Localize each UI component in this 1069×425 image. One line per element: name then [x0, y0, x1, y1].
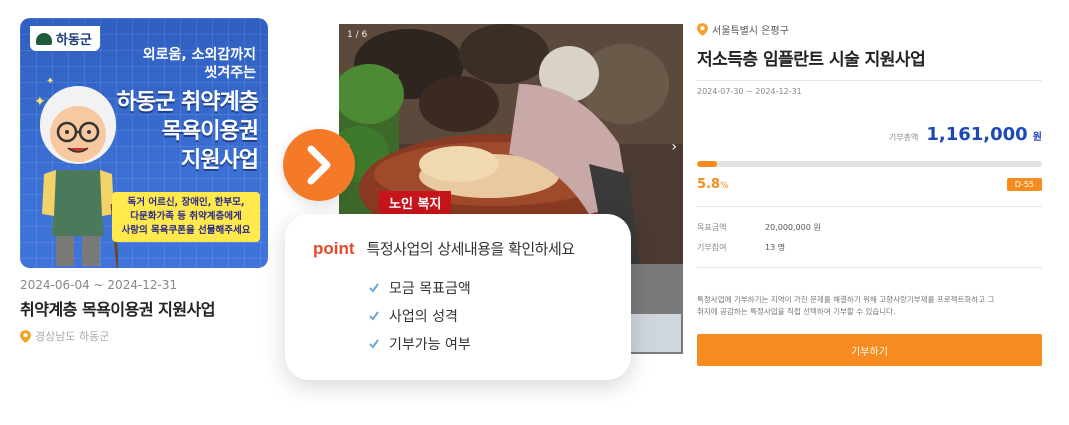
poster-target-box: 독거 어르신, 장애인, 한부모, 다문화가족 등 취약계층에게 사랑의 목욕쿠… [112, 192, 260, 242]
poster-subtitle-line: 씻겨주는 [204, 65, 256, 81]
amount-label: 기부총액 [888, 133, 919, 142]
poster-box-line: 사랑의 목욕쿠폰을 선물해주세요 [121, 225, 251, 236]
divider [697, 267, 1042, 268]
info-value: 20,000,000 원 [765, 222, 821, 232]
poster-headline-line: 목욕이용권 [161, 119, 259, 144]
amount-value-wrap: 1,161,000 원 [926, 124, 1042, 145]
detail-notice: 특정사업에 기부하기는 지역이 가진 문제를 해결하기 위해 고향사랑기부제를 … [697, 294, 1042, 318]
progress-status: 5.8% D-55 [697, 177, 1042, 192]
logo-text: 하동군 [56, 33, 92, 48]
progress-percent: 5.8% [697, 177, 729, 192]
notice-line: 특정사업에 기부하기는 지역이 가진 문제를 해결하기 위해 고향사랑기부제를 … [697, 295, 995, 304]
divider [697, 80, 1042, 81]
poster-headline: 하동군 취약계층 목욕이용권 지원사업 [116, 88, 259, 175]
amount-unit: 원 [1032, 132, 1042, 143]
chevron-right-icon [307, 145, 331, 185]
info-label: 기부참여 [697, 242, 727, 252]
donate-button[interactable]: 기부하기 [697, 334, 1042, 366]
point-list-item: 사업의 성격 [369, 302, 471, 330]
project-card-hadong[interactable]: 하동군 외로움, 소외감까지 씻겨주는 하동군 취약계층 목욕이용권 지원사업 … [20, 18, 268, 344]
project-location: 경상남도 하동군 [20, 328, 268, 344]
point-callout: point 특정사업의 상세내용을 확인하세요 모금 목표금액 사업의 성격 기… [285, 214, 631, 380]
info-row-participants: 기부참여 13 명 [697, 237, 1042, 257]
point-list-item: 모금 목표금액 [369, 274, 471, 302]
detail-location-text: 서울특별시 은평구 [712, 26, 789, 37]
poster-box-line: 독거 어르신, 장애인, 한부모, [127, 197, 245, 208]
hadong-logo-mark-icon [36, 32, 52, 45]
dday-badge: D-55 [1006, 178, 1042, 191]
amount-value: 1,161,000 [926, 124, 1028, 145]
location-pin-icon [697, 23, 708, 36]
point-keyword: point [313, 239, 355, 258]
slide-counter: 1 / 6 [347, 30, 368, 40]
project-location-text: 경상남도 하동군 [35, 330, 110, 343]
category-tag: 노인 복지 [379, 191, 452, 214]
point-description: 특정사업의 상세내용을 확인하세요 [366, 240, 576, 258]
percent-unit: % [720, 181, 729, 191]
point-list-text: 기부가능 여부 [389, 337, 471, 353]
info-row-goal: 목표금액 20,000,000 원 [697, 217, 1042, 237]
check-icon [369, 339, 379, 349]
project-poster-image[interactable]: 하동군 외로움, 소외감까지 씻겨주는 하동군 취약계층 목욕이용권 지원사업 … [20, 18, 268, 268]
donation-total: 기부총액 1,161,000 원 [697, 124, 1042, 145]
point-list-text: 사업의 성격 [389, 309, 458, 325]
point-list: 모금 목표금액 사업의 성격 기부가능 여부 [369, 274, 471, 358]
point-header: point 특정사업의 상세내용을 확인하세요 [313, 238, 575, 259]
info-label: 목표금액 [697, 222, 727, 232]
progress-fill [697, 161, 717, 167]
detail-location: 서울특별시 은평구 [697, 22, 1042, 37]
grandpa-illustration [40, 86, 118, 268]
project-detail-panel: 서울특별시 은평구 저소득층 임플란트 시술 지원사업 2024-07-30 ~… [697, 22, 1042, 366]
percent-value: 5.8 [697, 177, 721, 192]
detail-title: 저소득층 임플란트 시술 지원사업 [697, 50, 926, 70]
location-pin-icon [20, 329, 31, 343]
poster-headline-line: 하동군 취약계층 [116, 90, 259, 115]
poster-subtitle-line: 외로움, 소외감까지 [142, 47, 256, 63]
hadong-logo: 하동군 [30, 26, 100, 51]
notice-line: 취지에 공감하는 특정사업을 직접 선택하여 기부할 수 있습니다. [697, 307, 896, 316]
project-date: 2024-06-04 ~ 2024-12-31 [20, 278, 178, 292]
info-value: 13 명 [765, 242, 786, 252]
detail-period: 2024-07-30 ~ 2024-12-31 [697, 87, 802, 96]
progress-bar [697, 161, 1042, 167]
point-list-item: 기부가능 여부 [369, 330, 471, 358]
poster-subtitle: 외로움, 소외감까지 씻겨주는 [143, 46, 256, 82]
project-title[interactable]: 취약계층 목욕이용권 지원사업 [20, 296, 268, 320]
poster-headline-line: 지원사업 [181, 148, 259, 173]
check-icon [369, 283, 379, 293]
slide-next-icon[interactable]: › [671, 139, 677, 155]
check-icon [369, 311, 379, 321]
detail-info: 목표금액 20,000,000 원 기부참여 13 명 [697, 207, 1042, 257]
next-arrow-button[interactable] [283, 129, 355, 201]
poster-box-line: 다문화가족 등 취약계층에게 [130, 211, 242, 222]
point-list-text: 모금 목표금액 [389, 281, 471, 297]
